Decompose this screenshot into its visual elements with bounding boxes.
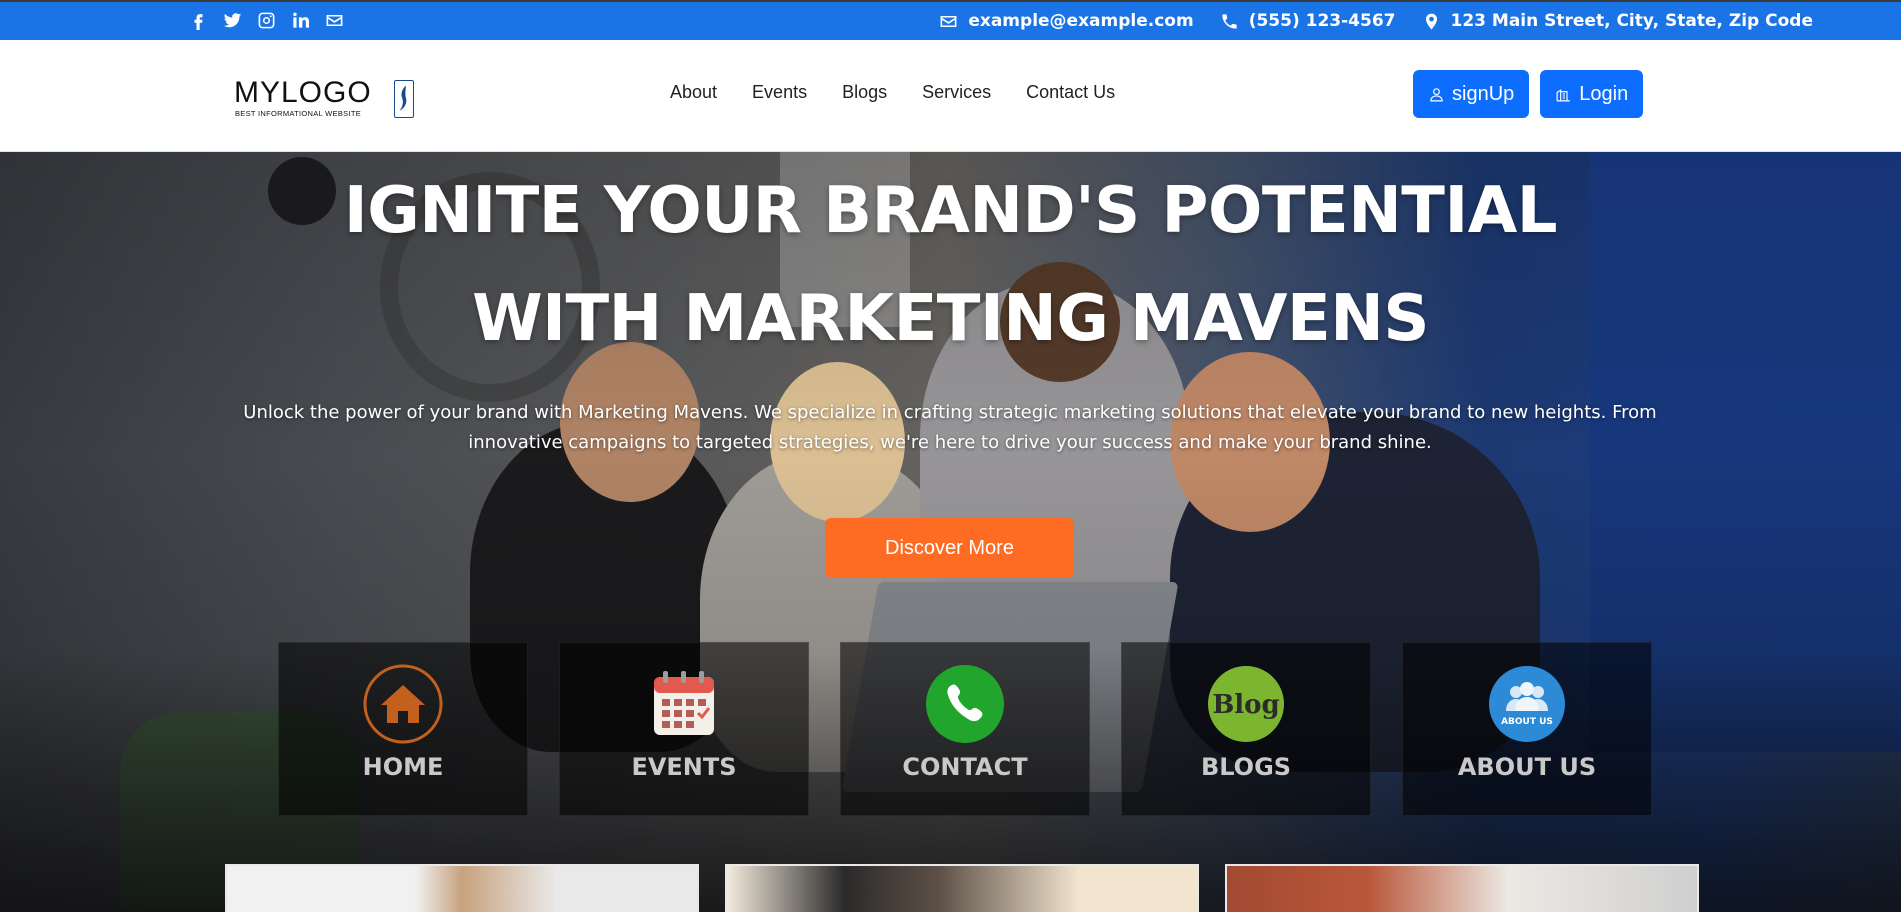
hero-section: IGNITE YOUR BRAND'S POTENTIAL WITH MARKE… [0, 152, 1901, 912]
phone-icon [1222, 13, 1237, 29]
top-contact-bar: example@example.com (555) 123-4567 123 M… [0, 0, 1901, 40]
home-icon [362, 663, 444, 745]
site-logo[interactable]: MYLOGO BEST INFORMATIONAL WEBSITE [234, 78, 416, 120]
tile-blogs-label: BLOGS [1200, 753, 1292, 781]
hero-lead: Unlock the power of your brand with Mark… [243, 402, 1657, 453]
discover-more-button[interactable]: Discover More [825, 518, 1074, 578]
quick-links: HOME EVENTS CONTACT Blog BLOGS ABOUT US … [278, 642, 1652, 816]
tile-home-label: HOME [362, 753, 444, 781]
contact-address-text: 123 Main Street, City, State, Zip Code [1450, 11, 1814, 31]
map-pin-icon [1425, 13, 1437, 29]
tile-about-us[interactable]: ABOUT US ABOUT US [1402, 642, 1652, 816]
envelope-icon[interactable] [324, 10, 344, 30]
logo-mark-icon [394, 80, 414, 118]
logo-tagline: BEST INFORMATIONAL WEBSITE [235, 109, 362, 118]
login-label: Login [1579, 82, 1629, 105]
hero-title-line-1: IGNITE YOUR BRAND'S POTENTIAL [343, 174, 1558, 248]
signup-label: signUp [1452, 82, 1515, 105]
instagram-icon[interactable] [256, 10, 276, 30]
nav-events[interactable]: Events [752, 82, 807, 103]
social-links [188, 10, 344, 30]
blog-icon: Blog [1205, 663, 1287, 745]
tile-contact[interactable]: CONTACT [840, 642, 1090, 816]
contact-email-text: example@example.com [968, 11, 1194, 31]
main-navbar: MYLOGO BEST INFORMATIONAL WEBSITE About … [0, 40, 1901, 152]
twitter-icon[interactable] [222, 10, 242, 30]
nav-about[interactable]: About [670, 82, 717, 103]
phone-icon [924, 663, 1006, 745]
about-us-icon-text: ABOUT US [1501, 717, 1553, 727]
tile-about-us-label: ABOUT US [1457, 753, 1597, 781]
contact-phone-text: (555) 123-4567 [1248, 11, 1396, 31]
facebook-icon[interactable] [188, 10, 208, 30]
contact-address: 123 Main Street, City, State, Zip Code [1422, 11, 1814, 31]
user-icon [1430, 87, 1443, 101]
tile-events-label: EVENTS [631, 753, 737, 781]
auth-buttons: signUp Login [1413, 70, 1644, 118]
tile-contact-label: CONTACT [902, 753, 1028, 781]
envelope-icon [940, 15, 957, 27]
feature-card-image-1[interactable] [225, 864, 699, 912]
feature-cards [225, 864, 1699, 912]
tile-home[interactable]: HOME [278, 642, 528, 816]
about-us-icon: ABOUT US [1486, 663, 1568, 745]
logo-text: MYLOGO [234, 76, 372, 109]
hero-title-line-2: WITH MARKETING MAVENS [472, 282, 1429, 356]
contact-email[interactable]: example@example.com [939, 11, 1194, 31]
calendar-icon [643, 663, 725, 745]
feature-card-image-3[interactable] [1225, 864, 1699, 912]
contact-phone[interactable]: (555) 123-4567 [1220, 11, 1396, 31]
nav-blogs[interactable]: Blogs [842, 82, 887, 103]
contact-info: example@example.com (555) 123-4567 123 M… [939, 11, 1813, 31]
blog-icon-text: Blog [1212, 690, 1279, 720]
login-button[interactable]: Login [1540, 70, 1644, 118]
linkedin-icon[interactable] [290, 10, 310, 30]
tile-events[interactable]: EVENTS [559, 642, 809, 816]
signup-button[interactable]: signUp [1413, 70, 1530, 118]
feature-card-image-2[interactable] [725, 864, 1199, 912]
primary-menu: About Events Blogs Services Contact Us [670, 82, 1115, 103]
nav-contact-us[interactable]: Contact Us [1026, 82, 1115, 103]
nav-services[interactable]: Services [922, 82, 991, 103]
tile-blogs[interactable]: Blog BLOGS [1121, 642, 1371, 816]
login-icon [1556, 88, 1571, 101]
